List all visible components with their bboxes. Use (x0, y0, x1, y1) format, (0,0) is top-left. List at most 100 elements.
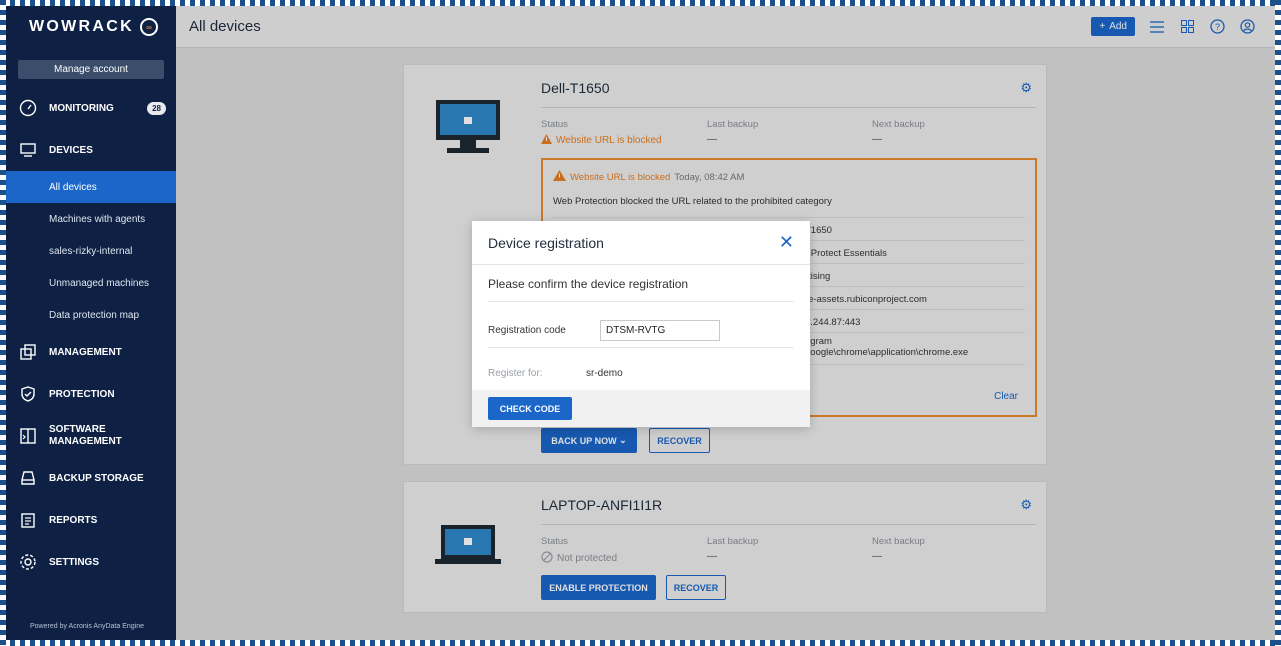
sidebar-item-label-line2: MANAGEMENT (49, 436, 122, 447)
alert-detail-value: 3.244.87:443 (805, 317, 861, 328)
register-for-value: sr-demo (586, 368, 623, 379)
sidebar-item-machines-with-agents[interactable]: Machines with agents (6, 203, 176, 235)
dialog-title: Device registration (488, 234, 604, 251)
close-icon[interactable]: ✕ (779, 233, 794, 251)
sidebar-item-label: REPORTS (49, 514, 98, 526)
software-icon (18, 427, 37, 446)
status-value-text: Website URL is blocked (556, 135, 662, 146)
sidebar-item-label: SETTINGS (49, 556, 100, 568)
divider (541, 524, 1036, 525)
alert-detail-value: re-assets.rubiconproject.com (805, 294, 927, 305)
manage-account-button[interactable]: Manage account (18, 60, 164, 79)
desktop-icon (435, 99, 501, 162)
gear-icon (18, 553, 37, 572)
status-label: Status (541, 536, 568, 547)
device-settings-gear-icon[interactable]: ⚙ (1020, 80, 1032, 96)
back-up-now-label: BACK UP NOW (551, 435, 617, 446)
check-code-button[interactable]: CHECK CODE (488, 397, 572, 420)
next-backup-value: — (872, 551, 882, 562)
status-value-text: Not protected (557, 553, 618, 564)
last-backup-value: — (707, 551, 717, 562)
alert-header: Website URL is blocked Today, 08:42 AM (553, 170, 744, 184)
alert-detail-value: google\chrome\application\chrome.exe (805, 347, 969, 358)
alert-detail-value: r Protect Essentials (805, 248, 887, 259)
device-settings-gear-icon[interactable]: ⚙ (1020, 497, 1032, 513)
device-name[interactable]: Dell-T1650 (541, 80, 609, 96)
device-name[interactable]: LAPTOP-ANFI1I1R (541, 497, 662, 513)
monitor-icon (18, 141, 37, 160)
sidebar-item-reports[interactable]: REPORTS (6, 499, 176, 541)
clear-alert-link[interactable]: Clear (994, 391, 1018, 402)
sidebar-item-devices[interactable]: DEVICES (6, 129, 176, 171)
status-value: Not protected (541, 551, 617, 566)
register-for-label: Register for: (488, 368, 543, 379)
sidebar-item-label: MANAGEMENT (49, 346, 122, 358)
sidebar-item-protection[interactable]: PROTECTION (6, 373, 176, 415)
next-backup-label: Next backup (872, 119, 925, 130)
brand-mark-icon: ∞ (139, 18, 158, 36)
sidebar-item-label: SOFTWARE (49, 424, 106, 435)
sidebar-item-label: BACKUP STORAGE (49, 472, 144, 484)
divider (541, 107, 1036, 108)
svg-text:?: ? (1214, 22, 1219, 32)
top-actions: + Add ? (1091, 17, 1255, 36)
add-button-label: Add (1109, 21, 1127, 32)
sidebar-item-data-protection-map[interactable]: Data protection map (6, 299, 176, 331)
page-title: All devices (189, 18, 261, 35)
registration-code-label: Registration code (488, 325, 566, 336)
brand-name: WOWRACK (29, 18, 134, 35)
add-button[interactable]: + Add (1091, 17, 1135, 36)
warning-icon (553, 170, 566, 184)
list-view-icon[interactable] (1149, 19, 1165, 35)
brand-logo[interactable]: WOWRACK ∞ (6, 6, 176, 48)
dialog-header: Device registration ✕ (472, 221, 810, 265)
sidebar-item-backup-storage[interactable]: BACKUP STORAGE (6, 457, 176, 499)
sidebar-item-sales-rizky-internal[interactable]: sales-rizky-internal (6, 235, 176, 267)
layers-icon (18, 343, 37, 362)
grid-view-icon[interactable] (1179, 19, 1195, 35)
divider (488, 301, 794, 302)
alert-time: Today, 08:42 AM (674, 171, 745, 183)
not-protected-icon (541, 551, 553, 566)
sidebar-item-all-devices[interactable]: All devices (6, 171, 176, 203)
last-backup-label: Last backup (707, 536, 759, 547)
powered-by-text: Powered by Acronis AnyData Engine (30, 623, 145, 630)
last-backup-value: — (707, 134, 717, 145)
back-up-now-button[interactable]: BACK UP NOW ⌄ (541, 428, 637, 453)
sidebar-item-label: PROTECTION (49, 388, 115, 400)
recover-button[interactable]: RECOVER (649, 428, 710, 453)
gauge-icon (18, 99, 37, 118)
registration-code-input[interactable] (600, 320, 720, 341)
sidebar-item-unmanaged-machines[interactable]: Unmanaged machines (6, 267, 176, 299)
sidebar-item-label: MONITORING (49, 102, 114, 114)
dialog-subtitle: Please confirm the device registration (488, 277, 689, 291)
divider (488, 347, 794, 348)
divider (553, 217, 1025, 218)
account-icon[interactable] (1239, 19, 1255, 35)
sidebar-item-label: DEVICES (49, 144, 93, 156)
report-icon (18, 511, 37, 530)
next-backup-value: — (872, 134, 882, 145)
last-backup-label: Last backup (707, 119, 759, 130)
sidebar-item-monitoring[interactable]: MONITORING 28 (6, 87, 176, 129)
next-backup-label: Next backup (872, 536, 925, 547)
help-icon[interactable]: ? (1209, 19, 1225, 35)
shield-icon (18, 385, 37, 404)
app-window: WOWRACK ∞ Manage account MONITORING 28 D… (6, 6, 1275, 640)
status-label: Status (541, 119, 568, 130)
sidebar-item-software-management[interactable]: SOFTWARE MANAGEMENT (6, 415, 176, 457)
enable-protection-button[interactable]: ENABLE PROTECTION (541, 575, 656, 600)
chevron-down-icon: ⌄ (619, 435, 627, 445)
sidebar-item-management[interactable]: MANAGEMENT (6, 331, 176, 373)
device-registration-dialog: Device registration ✕ Please confirm the… (472, 221, 810, 427)
alert-title: Website URL is blocked (570, 171, 671, 183)
device-card: LAPTOP-ANFI1I1R ⚙ Status Not protected L… (403, 481, 1047, 613)
recover-button[interactable]: RECOVER (666, 575, 726, 600)
alert-description: Web Protection blocked the URL related t… (553, 196, 832, 207)
sidebar-item-settings[interactable]: SETTINGS (6, 541, 176, 583)
frame-border-left (0, 0, 6, 646)
plus-icon: + (1099, 21, 1106, 32)
status-value: Website URL is blocked (541, 134, 662, 147)
dialog-footer: CHECK CODE (472, 390, 810, 427)
sidebar: WOWRACK ∞ Manage account MONITORING 28 D… (6, 6, 176, 640)
